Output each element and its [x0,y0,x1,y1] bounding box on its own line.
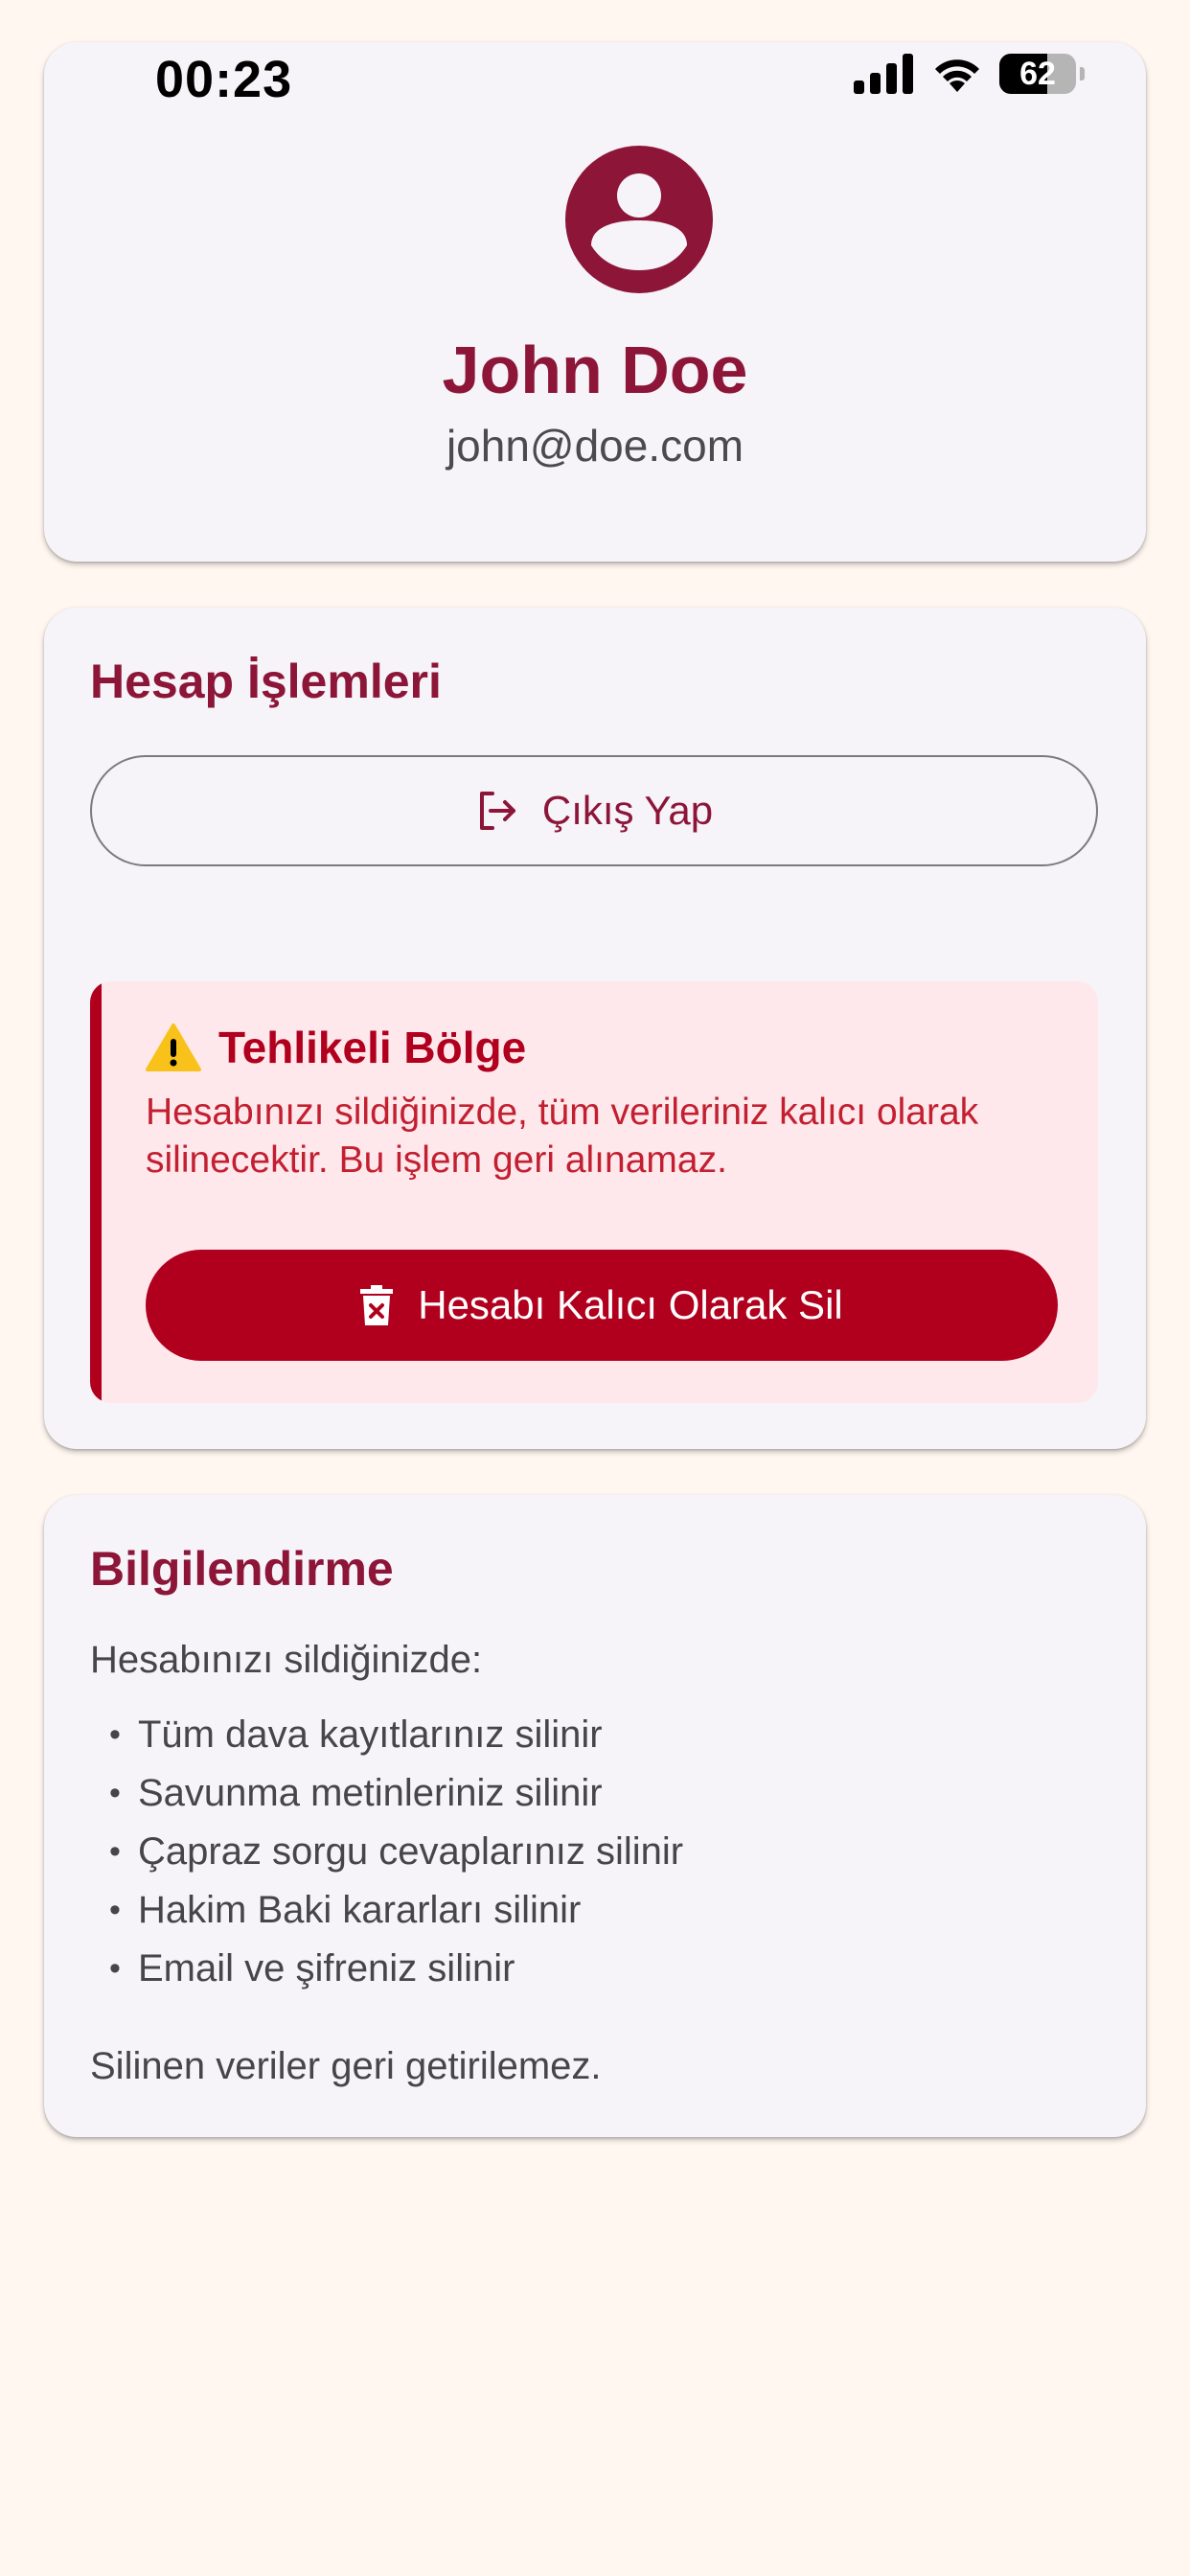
list-item-text: Hakim Baki kararları silinir [138,1889,582,1931]
bullet: • [109,1716,121,1753]
danger-zone-accent-bar [90,981,102,1403]
delete-account-button[interactable]: Hesabı Kalıcı Olarak Sil [146,1250,1058,1361]
trash-icon [360,1285,394,1325]
info-card: Bilgilendirme Hesabınızı sildiğinizde: •… [44,1495,1146,2137]
list-item-text: Email ve şifreniz silinir [138,1947,515,1990]
section-title-info: Bilgilendirme [90,1542,394,1596]
profile-card: 00:23 62 John Doe john@doe.com [44,42,1146,562]
danger-zone-title: Tehlikeli Bölge [218,1023,527,1072]
status-time: 00:23 [155,51,293,108]
battery-icon: 62 [999,54,1076,94]
wifi-icon [935,59,979,92]
info-intro: Hesabınızı sildiğinizde: [90,1639,483,1681]
list-item: • Savunma metinleriniz silinir [109,1764,683,1823]
warning-icon [146,1024,201,1071]
section-title-account: Hesap İşlemleri [90,655,442,708]
status-icons: 62 [854,54,1085,94]
bullet: • [109,1892,121,1928]
account-actions-card: Hesap İşlemleri Çıkış Yap Tehlikeli Bölg… [44,608,1146,1449]
bullet: • [109,1775,121,1811]
profile-email: john@doe.com [446,421,744,471]
battery-cap [1080,67,1085,80]
list-item: • Çapraz sorgu cevaplarınız silinir [109,1823,683,1881]
list-item: • Hakim Baki kararları silinir [109,1881,683,1940]
danger-zone-header: Tehlikeli Bölge [146,1022,526,1073]
delete-account-label: Hesabı Kalıcı Olarak Sil [418,1282,843,1327]
list-item-text: Tüm dava kayıtlarınız silinir [138,1714,603,1756]
info-outro: Silinen veriler geri getirilemez. [90,2045,602,2087]
account-circle-icon [565,146,713,293]
info-list: • Tüm dava kayıtlarınız silinir • Savunma … [109,1706,683,1998]
bullet: • [109,1950,121,1987]
battery-percentage: 62 [1019,55,1056,92]
danger-zone: Tehlikeli Bölge Hesabınızı sildiğinizde,… [90,981,1098,1403]
list-item-text: Çapraz sorgu cevaplarınız silinir [138,1830,684,1873]
profile-name: John Doe [442,333,748,407]
danger-zone-description: Hesabınızı sildiğinizde, tüm verileriniz… [146,1092,979,1181]
cellular-signal-icon [854,54,913,94]
logout-icon [479,792,515,830]
logout-button[interactable]: Çıkış Yap [90,755,1098,866]
list-item-text: Savunma metinleriniz silinir [138,1772,603,1814]
bullet: • [109,1833,121,1870]
list-item: • Email ve şifreniz silinir [109,1940,683,1998]
list-item: • Tüm dava kayıtlarınız silinir [109,1706,683,1764]
logout-label: Çıkış Yap [541,788,714,833]
